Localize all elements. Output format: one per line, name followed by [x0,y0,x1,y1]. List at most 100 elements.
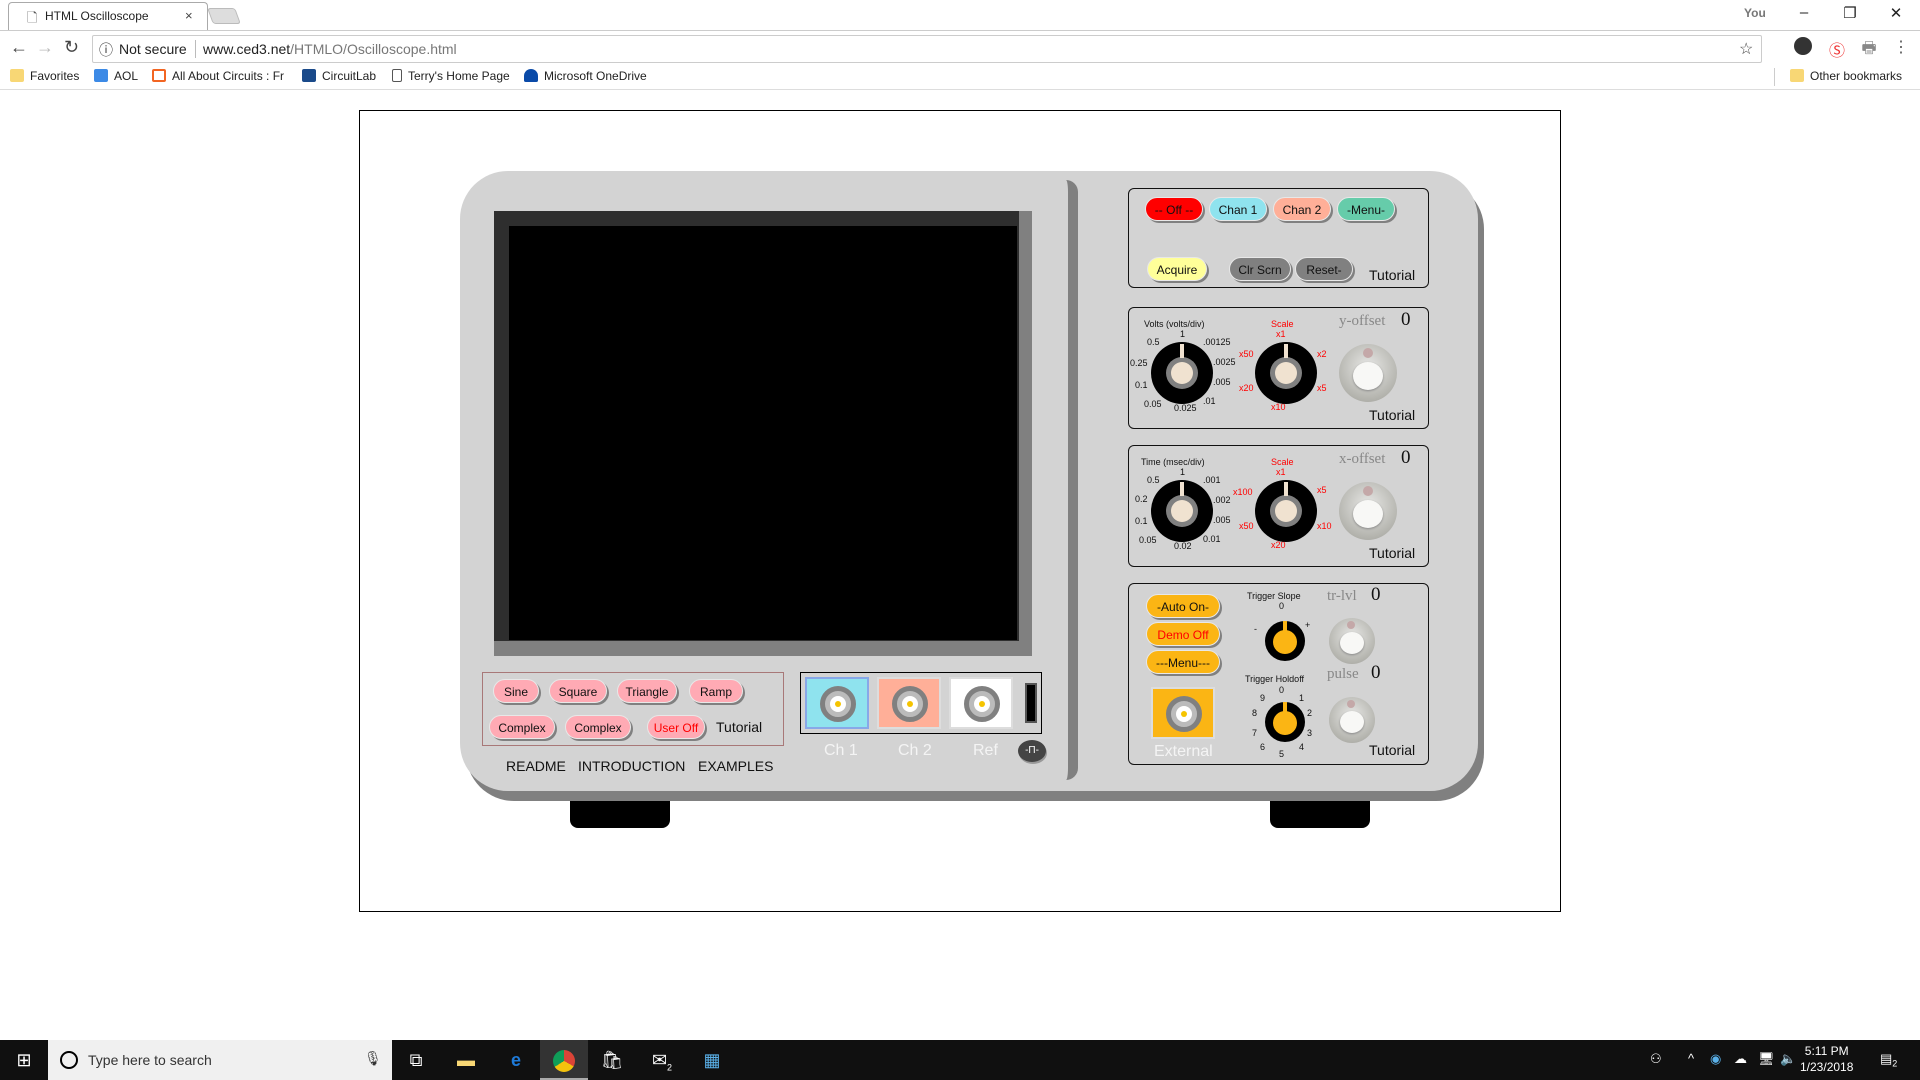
complex-button-2[interactable]: Complex [565,715,631,739]
bookmark-aol[interactable]: AOL [94,69,138,83]
slope-tick: + [1305,620,1311,630]
volts-scale-knob[interactable] [1255,342,1317,404]
microphone-icon[interactable]: 🎙 [364,1050,382,1067]
scale-tick: x1 [1276,329,1286,339]
volume-icon[interactable]: 🔈 [1780,1051,1796,1067]
waveform-tutorial-link[interactable]: Tutorial [716,719,762,735]
holdoff-tick: 7 [1252,728,1258,738]
triangle-button[interactable]: Triangle [617,679,677,703]
tab-close-icon[interactable]: × [185,8,193,23]
main-control-panel: -- Off -- Chan 1 Chan 2 -Menu- Acquire C… [1128,188,1429,288]
ref-input[interactable] [949,677,1013,729]
bookmark-other[interactable]: Other bookmarks [1790,69,1902,83]
auto-trigger-button[interactable]: -Auto On- [1146,594,1220,618]
time-scale-knob[interactable] [1255,480,1317,542]
pulse-knob[interactable] [1329,697,1375,743]
holdoff-tick: 6 [1260,742,1266,752]
menu-dots-icon[interactable]: ⋮ [1890,37,1912,59]
external-trigger-input[interactable] [1151,687,1215,739]
bookmark-all-about-circuits[interactable]: All About Circuits : Fr [152,69,284,83]
volts-tutorial-link[interactable]: Tutorial [1369,407,1415,423]
clear-screen-button[interactable]: Clr Scrn [1229,257,1291,281]
complex-button-1[interactable]: Complex [489,715,555,739]
readme-link[interactable]: README [506,758,566,774]
page-icon [392,69,402,82]
mail-icon[interactable]: ✉2 [638,1040,686,1080]
chrome-icon[interactable] [540,1040,588,1080]
menu-button[interactable]: -Menu- [1337,197,1395,221]
time-knob[interactable] [1151,480,1213,542]
ch1-input[interactable] [805,677,869,729]
reload-icon[interactable]: ↻ [64,37,79,58]
url-text[interactable]: www.ced3.net/HTMLO/Oscilloscope.html [203,41,457,57]
bookmark-terrys-home-page[interactable]: Terry's Home Page [392,69,510,83]
time-panel: Time (msec/div) 1 .001 .002 .005 0.01 0.… [1128,445,1429,567]
bluetooth-tray-icon[interactable]: ◉ [1710,1051,1721,1067]
trigger-slope-knob[interactable] [1265,621,1305,661]
notifications-icon[interactable]: ▤2 [1880,1051,1897,1069]
slope-tick: - [1254,624,1257,634]
probe-calibration-button[interactable]: -П- [1018,740,1046,762]
acquire-button[interactable]: Acquire [1147,257,1207,281]
volts-tick: .01 [1203,396,1216,406]
back-icon[interactable]: ← [10,37,28,58]
ch2-input[interactable] [877,677,941,729]
info-icon[interactable]: ⓘ [99,40,113,60]
chan2-button[interactable]: Chan 2 [1273,197,1331,221]
bookmark-favorites[interactable]: Favorites [10,69,79,83]
sine-button[interactable]: Sine [493,679,539,703]
clock[interactable]: 5:11 PM 1/23/2018 [1800,1043,1853,1075]
task-view-icon[interactable]: ⧉ [392,1040,440,1080]
print-extension-icon[interactable]: 🖶 [1858,37,1880,59]
trigger-holdoff-title: Trigger Holdoff [1245,674,1305,684]
restore-icon[interactable]: ❐ [1830,4,1870,22]
taskbar-search[interactable]: Type here to search 🎙 [48,1040,392,1080]
tab-strip: 🗋 HTML Oscilloscope × You – ❐ ✕ [0,0,1920,30]
examples-link[interactable]: EXAMPLES [698,758,773,774]
minimize-icon[interactable]: – [1784,4,1824,21]
square-button[interactable]: Square [549,679,607,703]
network-icon[interactable]: 🖥 [1758,1051,1775,1067]
extension-new-icon[interactable] [1794,37,1816,59]
close-icon[interactable]: ✕ [1876,4,1916,22]
reset-button[interactable]: Reset- [1295,257,1353,281]
extension-s-icon[interactable]: Ⓢ [1826,37,1848,60]
trigger-menu-button[interactable]: ---Menu--- [1146,650,1220,674]
chan1-button[interactable]: Chan 1 [1209,197,1267,221]
trigger-tutorial-link[interactable]: Tutorial [1369,742,1415,758]
show-hidden-icons[interactable]: ^ [1688,1051,1694,1066]
control-panel-icon[interactable]: ▦ [688,1040,736,1080]
windows-start-icon[interactable]: ⊞ [0,1040,48,1080]
x-offset-knob[interactable] [1339,482,1397,540]
ground-terminal[interactable] [1025,683,1037,723]
file-explorer-icon[interactable]: ▬ [442,1040,490,1080]
time-tick: .002 [1213,495,1231,505]
bookmark-onedrive[interactable]: Microsoft OneDrive [524,69,647,83]
forward-icon[interactable]: → [36,37,54,58]
onedrive-tray-icon[interactable]: ☁ [1734,1051,1747,1067]
store-icon[interactable]: 🛍 [588,1040,636,1080]
address-bar[interactable]: ⓘ Not secure www.ced3.net/HTMLO/Oscillos… [92,35,1762,63]
power-off-button[interactable]: -- Off -- [1145,197,1203,221]
demo-button[interactable]: Demo Off [1146,622,1220,646]
bookmark-star-icon[interactable]: ☆ [1739,39,1753,59]
holdoff-tick: 0 [1279,685,1285,695]
profile-button[interactable]: You [1744,6,1766,20]
volts-tick: .005 [1213,377,1231,387]
ramp-button[interactable]: Ramp [689,679,743,703]
people-icon[interactable]: ⚇ [1650,1051,1662,1067]
tab-html-oscilloscope[interactable]: 🗋 HTML Oscilloscope × [8,2,208,30]
time-tutorial-link[interactable]: Tutorial [1369,545,1415,561]
holdoff-tick: 2 [1307,708,1313,718]
y-offset-knob[interactable] [1339,344,1397,402]
edge-icon[interactable]: e [492,1040,540,1080]
holdoff-tick: 5 [1279,749,1285,759]
trigger-level-knob[interactable] [1329,618,1375,664]
new-tab-button[interactable] [207,8,241,24]
introduction-link[interactable]: INTRODUCTION [578,758,685,774]
main-tutorial-link[interactable]: Tutorial [1369,267,1415,283]
trigger-holdoff-knob[interactable] [1265,702,1305,742]
user-off-button[interactable]: User Off [647,715,705,739]
volts-knob[interactable] [1151,342,1213,404]
bookmark-circuitlab[interactable]: CircuitLab [302,69,376,83]
